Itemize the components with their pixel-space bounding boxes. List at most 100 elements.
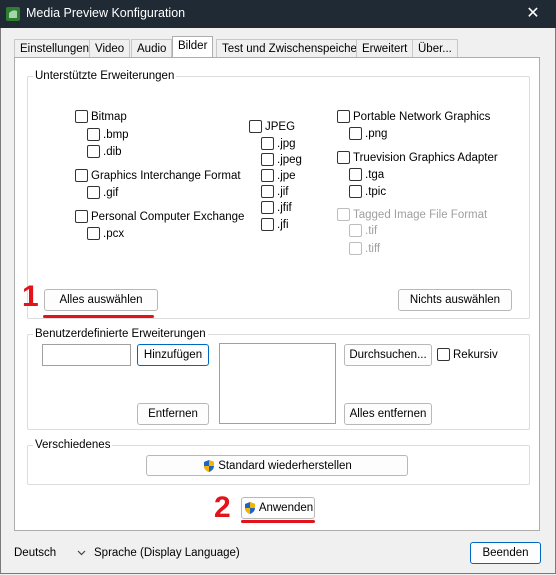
checkbox-label: .bmp (103, 128, 129, 141)
tab-ueber[interactable]: Über... (412, 39, 458, 57)
window-title: Media Preview Konfiguration (26, 6, 186, 20)
checkbox-box[interactable] (349, 127, 362, 140)
checkbox-box (349, 224, 362, 237)
restore-defaults-button[interactable]: Standard wiederherstellen (146, 455, 408, 476)
annotation-underline-2 (241, 520, 315, 523)
annotation-marker-2: 2 (214, 491, 231, 524)
add-button[interactable]: Hinzufügen (137, 344, 209, 366)
annotation-marker-1: 1 (22, 280, 39, 313)
checkbox-box[interactable] (75, 210, 88, 223)
checkbox-box[interactable] (261, 153, 274, 166)
checkbox-label: Truevision Graphics Adapter (353, 151, 498, 164)
checkbox-label: .tga (365, 168, 385, 181)
checkbox-box[interactable] (261, 201, 274, 214)
checkbox-png-format[interactable]: Portable Network Graphics (337, 110, 490, 123)
checkbox-box (349, 242, 362, 255)
checkbox-label: .jfi (277, 218, 289, 231)
checkbox-label: Portable Network Graphics (353, 110, 491, 123)
checkbox-bmp[interactable]: .bmp (87, 128, 129, 141)
checkbox-box[interactable] (249, 120, 262, 133)
checkbox-bitmap[interactable]: Bitmap (75, 110, 127, 123)
remove-all-button[interactable]: Alles entfernen (344, 403, 432, 425)
apply-button[interactable]: Anwenden (241, 497, 315, 519)
checkbox-box[interactable] (261, 137, 274, 150)
select-none-button[interactable]: Nichts auswählen (398, 289, 512, 311)
checkbox-tga-format[interactable]: Truevision Graphics Adapter (337, 151, 498, 164)
language-select[interactable]: Deutsch (10, 543, 90, 563)
annotation-underline-1 (43, 315, 154, 318)
checkbox-box[interactable] (261, 185, 274, 198)
checkbox-png[interactable]: .png (349, 127, 387, 140)
checkbox-jpeg[interactable]: .jpeg (261, 153, 302, 166)
checkbox-label: .png (365, 127, 388, 140)
tab-erweitert[interactable]: Erweitert (356, 39, 414, 57)
custom-extension-input[interactable] (42, 344, 131, 366)
browse-button[interactable]: Durchsuchen... (344, 344, 432, 366)
checkbox-box[interactable] (337, 151, 350, 164)
checkbox-box[interactable] (87, 186, 100, 199)
tab-audio[interactable]: Audio (131, 39, 173, 57)
checkbox-dib[interactable]: .dib (87, 145, 122, 158)
tab-video[interactable]: Video (89, 39, 131, 57)
checkbox-pcx-format[interactable]: Personal Computer Exchange (75, 210, 244, 223)
language-label: Sprache (Display Language) (94, 547, 240, 559)
checkbox-pcx[interactable]: .pcx (87, 227, 124, 240)
close-icon: ✕ (526, 5, 540, 22)
checkbox-box[interactable] (87, 128, 100, 141)
checkbox-jpe[interactable]: .jpe (261, 169, 296, 182)
checkbox-label: Tagged Image File Format (353, 208, 488, 221)
checkbox-box[interactable] (75, 110, 88, 123)
checkbox-label: Graphics Interchange Format (91, 169, 241, 182)
close-window-button[interactable]: ✕ (514, 2, 552, 26)
checkbox-box[interactable] (349, 185, 362, 198)
supported-extensions-label: Unterstützte Erweiterungen (33, 70, 177, 82)
checkbox-tiff-format: Tagged Image File Format (337, 208, 487, 221)
checkbox-box[interactable] (337, 110, 350, 123)
checkbox-box (337, 208, 350, 221)
checkbox-tpic[interactable]: .tpic (349, 185, 386, 198)
checkbox-jfi[interactable]: .jfi (261, 218, 289, 231)
app-icon (6, 7, 20, 21)
title-bar: Media Preview Konfiguration ✕ (0, 0, 556, 28)
remove-button[interactable]: Entfernen (137, 403, 209, 425)
custom-extensions-list[interactable] (219, 343, 336, 424)
checkbox-tiff: .tiff (349, 242, 380, 255)
checkbox-label: .dib (103, 145, 122, 158)
checkbox-box[interactable] (261, 218, 274, 231)
checkbox-box[interactable] (75, 169, 88, 182)
misc-label: Verschiedenes (33, 439, 113, 451)
uac-shield-icon (244, 502, 255, 514)
checkbox-jpg[interactable]: .jpg (261, 137, 296, 150)
checkbox-tga[interactable]: .tga (349, 168, 384, 181)
checkbox-label: .jpe (277, 169, 296, 182)
checkbox-jfif[interactable]: .jfif (261, 201, 292, 214)
checkbox-jpeg-format[interactable]: JPEG (249, 120, 295, 133)
tab-test-und-zwischenspeicher[interactable]: Test und Zwischenspeicher (216, 39, 367, 57)
checkbox-recursive[interactable]: Rekursiv (437, 348, 498, 361)
chevron-down-icon (77, 550, 86, 556)
checkbox-jif[interactable]: .jif (261, 185, 289, 198)
uac-shield-icon (204, 459, 215, 472)
checkbox-box[interactable] (349, 168, 362, 181)
language-select-value: Deutsch (14, 547, 57, 559)
close-button[interactable]: Beenden (470, 542, 541, 564)
checkbox-label: Rekursiv (453, 348, 498, 361)
checkbox-label: .tpic (365, 185, 387, 198)
select-all-button[interactable]: Alles auswählen (44, 289, 158, 311)
tab-bilder[interactable]: Bilder (172, 36, 214, 57)
checkbox-label: .jpeg (277, 153, 302, 166)
custom-extensions-label: Benutzerdefinierte Erweiterungen (33, 328, 208, 340)
checkbox-label: .tif (365, 224, 378, 237)
checkbox-tif: .tif (349, 224, 377, 237)
checkbox-box[interactable] (437, 348, 450, 361)
checkbox-label: .jif (277, 185, 289, 198)
checkbox-label: .gif (103, 186, 119, 199)
checkbox-box[interactable] (261, 169, 274, 182)
checkbox-gif[interactable]: .gif (87, 186, 118, 199)
checkbox-box[interactable] (87, 145, 100, 158)
checkbox-gif-format[interactable]: Graphics Interchange Format (75, 169, 241, 182)
tab-einstellungen[interactable]: Einstellungen (14, 39, 96, 57)
restore-defaults-label: Standard wiederherstellen (218, 459, 352, 472)
checkbox-box[interactable] (87, 227, 100, 240)
checkbox-label: Personal Computer Exchange (91, 210, 245, 223)
